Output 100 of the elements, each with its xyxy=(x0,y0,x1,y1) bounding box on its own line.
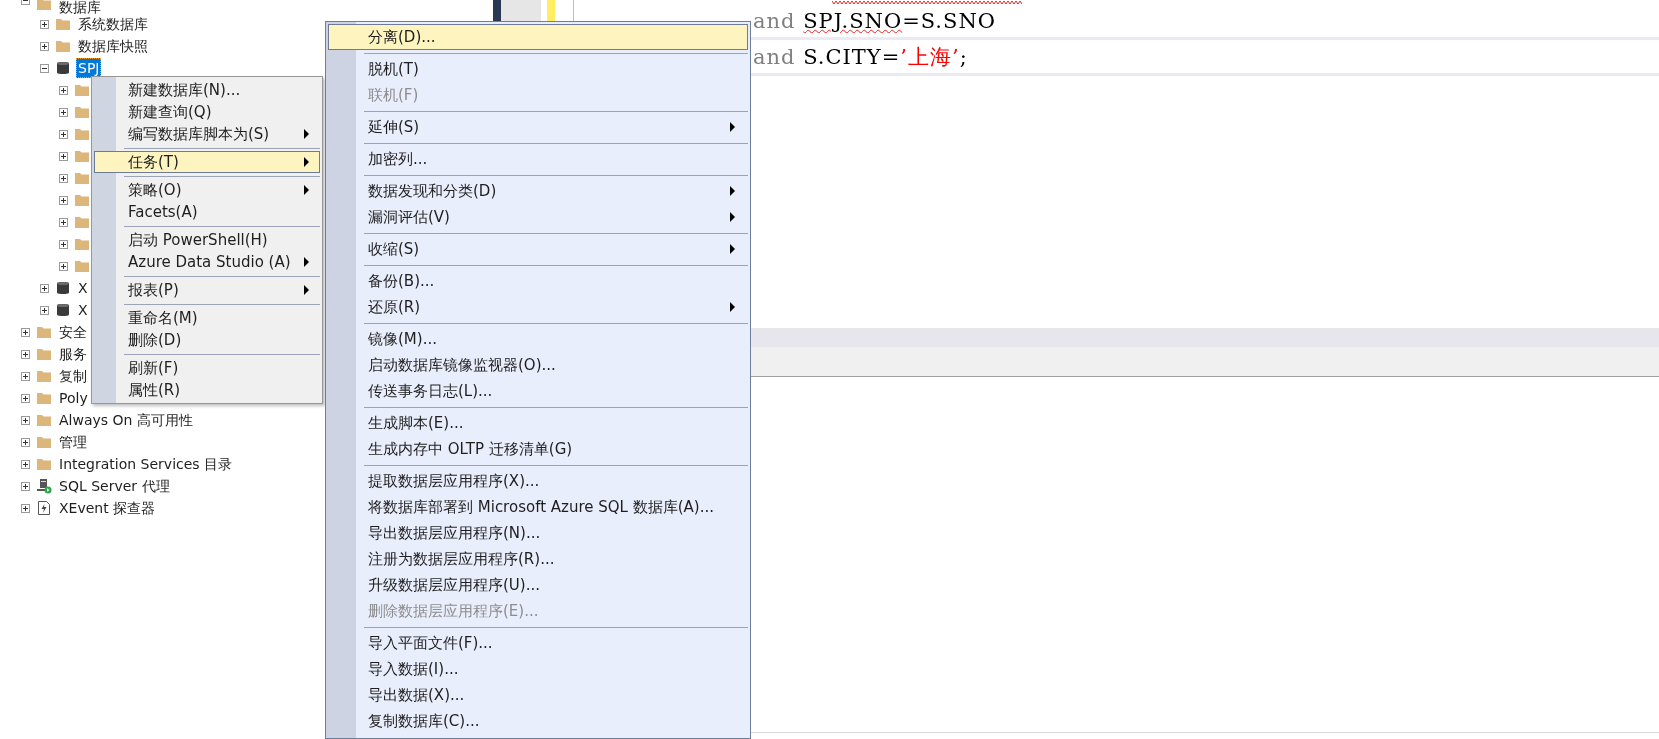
menu-item[interactable]: 复制数据库(C)... xyxy=(328,708,748,734)
menu-item[interactable]: 数据发现和分类(D) xyxy=(328,178,748,204)
code-line: and SPJ.SNO=S.SNO xyxy=(753,8,997,33)
menu-item[interactable]: 将数据库部署到 Microsoft Azure SQL 数据库(A)... xyxy=(328,494,748,520)
expand-icon[interactable] xyxy=(59,129,68,139)
menu-item[interactable]: 重命名(M) xyxy=(94,307,320,329)
expand-icon[interactable] xyxy=(40,41,49,51)
tree-item[interactable]: Integration Services 目录 xyxy=(57,454,235,474)
expand-icon[interactable] xyxy=(21,503,30,513)
folder-icon xyxy=(74,214,90,230)
tree-item[interactable]: 管理 xyxy=(57,432,89,452)
server-agent-icon xyxy=(36,478,52,494)
folder-icon xyxy=(36,456,52,472)
expand-icon[interactable] xyxy=(59,173,68,183)
menu-item[interactable]: 导入平面文件(F)... xyxy=(328,630,748,656)
tree-item[interactable]: SQL Server 代理 xyxy=(57,476,172,496)
menu-item[interactable]: 镜像(M)... xyxy=(328,326,748,352)
menu-item[interactable]: 删除(D) xyxy=(94,329,320,351)
menu-item[interactable]: 升级数据层应用程序(U)... xyxy=(328,572,748,598)
folder-icon xyxy=(74,82,90,98)
menu-item[interactable]: 启动数据库镜像监视器(O)... xyxy=(328,352,748,378)
menu-item[interactable]: 分离(D)... xyxy=(328,24,748,50)
tree-item[interactable]: X xyxy=(76,278,90,298)
menu-item[interactable]: 属性(R) xyxy=(94,379,320,401)
folder-icon xyxy=(74,126,90,142)
database-icon xyxy=(55,60,71,76)
menu-item[interactable]: 导入数据(I)... xyxy=(328,656,748,682)
folder-icon xyxy=(74,104,90,120)
tree-item[interactable]: 数据库快照 xyxy=(76,36,150,56)
menu-item[interactable]: 刷新(F) xyxy=(94,357,320,379)
expand-icon[interactable] xyxy=(21,349,30,359)
expand-icon[interactable] xyxy=(40,305,49,315)
tree-item[interactable]: 安全 xyxy=(57,322,89,342)
folder-icon xyxy=(74,170,90,186)
folder-icon xyxy=(74,258,90,274)
menu-item[interactable]: 生成脚本(E)... xyxy=(328,410,748,436)
menu-item[interactable]: 启动 PowerShell(H) xyxy=(94,229,320,251)
expand-icon[interactable] xyxy=(59,151,68,161)
collapse-icon[interactable] xyxy=(40,63,49,73)
tree-item[interactable]: 复制 xyxy=(57,366,89,386)
tree-item[interactable]: SPJ xyxy=(76,58,102,78)
menu-item[interactable]: 新建数据库(N)... xyxy=(94,79,320,101)
folder-icon xyxy=(36,324,52,340)
menu-item[interactable]: 漏洞评估(V) xyxy=(328,204,748,230)
folder-icon xyxy=(74,148,90,164)
tree-item[interactable]: 服务 xyxy=(57,344,89,364)
menu-item[interactable]: 报表(P) xyxy=(94,279,320,301)
menu-item[interactable]: 延伸(S) xyxy=(328,114,748,140)
database-icon xyxy=(55,302,71,318)
expand-icon[interactable] xyxy=(59,261,68,271)
menu-item[interactable]: 编写数据库脚本为(S) xyxy=(94,123,320,145)
menu-item[interactable]: 导出数据层应用程序(N)... xyxy=(328,520,748,546)
tree-item[interactable]: X xyxy=(76,300,90,320)
tree-item[interactable]: 数据库 xyxy=(57,0,103,14)
folder-icon xyxy=(36,346,52,362)
folder-icon xyxy=(36,390,52,406)
expand-icon[interactable] xyxy=(21,393,30,403)
tree-item[interactable]: Poly xyxy=(57,388,90,408)
expand-icon[interactable] xyxy=(21,327,30,337)
event-document-icon xyxy=(36,500,52,516)
code-line: and S.CITY=’上海’; xyxy=(753,43,968,71)
menu-item[interactable]: 加密列... xyxy=(328,146,748,172)
tree-item[interactable]: XEvent 探查器 xyxy=(57,498,158,518)
menu-item[interactable]: 注册为数据层应用程序(R)... xyxy=(328,546,748,572)
folder-icon xyxy=(74,192,90,208)
folder-icon xyxy=(36,434,52,450)
expand-icon[interactable] xyxy=(59,239,68,249)
menu-item[interactable]: 还原(R) xyxy=(328,294,748,320)
folder-icon xyxy=(36,368,52,384)
expand-icon[interactable] xyxy=(21,481,30,491)
expand-icon[interactable] xyxy=(21,437,30,447)
expand-icon[interactable] xyxy=(21,371,30,381)
menu-item[interactable]: Facets(A) xyxy=(94,201,320,223)
folder-icon xyxy=(55,38,71,54)
expand-icon[interactable] xyxy=(21,415,30,425)
database-icon xyxy=(55,280,71,296)
menu-item[interactable]: 提取数据层应用程序(X)... xyxy=(328,468,748,494)
menu-item[interactable]: 脱机(T) xyxy=(328,56,748,82)
menu-item[interactable]: 收缩(S) xyxy=(328,236,748,262)
expand-icon[interactable] xyxy=(59,85,68,95)
menu-item[interactable]: 导出数据(X)... xyxy=(328,682,748,708)
menu-item[interactable]: 传送事务日志(L)... xyxy=(328,378,748,404)
menu-item[interactable]: 新建查询(Q) xyxy=(94,101,320,123)
folder-icon xyxy=(36,0,52,12)
expand-icon[interactable] xyxy=(21,459,30,469)
menu-item[interactable]: Azure Data Studio (A) xyxy=(94,251,320,273)
menu-item[interactable]: 生成内存中 OLTP 迁移清单(G) xyxy=(328,436,748,462)
tree-item[interactable]: Always On 高可用性 xyxy=(57,410,195,430)
menu-item[interactable]: 任务(T) xyxy=(94,151,320,173)
tree-item[interactable]: 系统数据库 xyxy=(76,14,150,34)
expand-icon[interactable] xyxy=(59,217,68,227)
expand-icon[interactable] xyxy=(40,19,49,29)
expand-icon[interactable] xyxy=(59,107,68,117)
folder-icon xyxy=(36,412,52,428)
menu-item[interactable]: 备份(B)... xyxy=(328,268,748,294)
expand-icon[interactable] xyxy=(59,195,68,205)
expand-icon[interactable] xyxy=(40,283,49,293)
folder-icon xyxy=(74,236,90,252)
folder-icon xyxy=(55,16,71,32)
menu-item[interactable]: 策略(O) xyxy=(94,179,320,201)
